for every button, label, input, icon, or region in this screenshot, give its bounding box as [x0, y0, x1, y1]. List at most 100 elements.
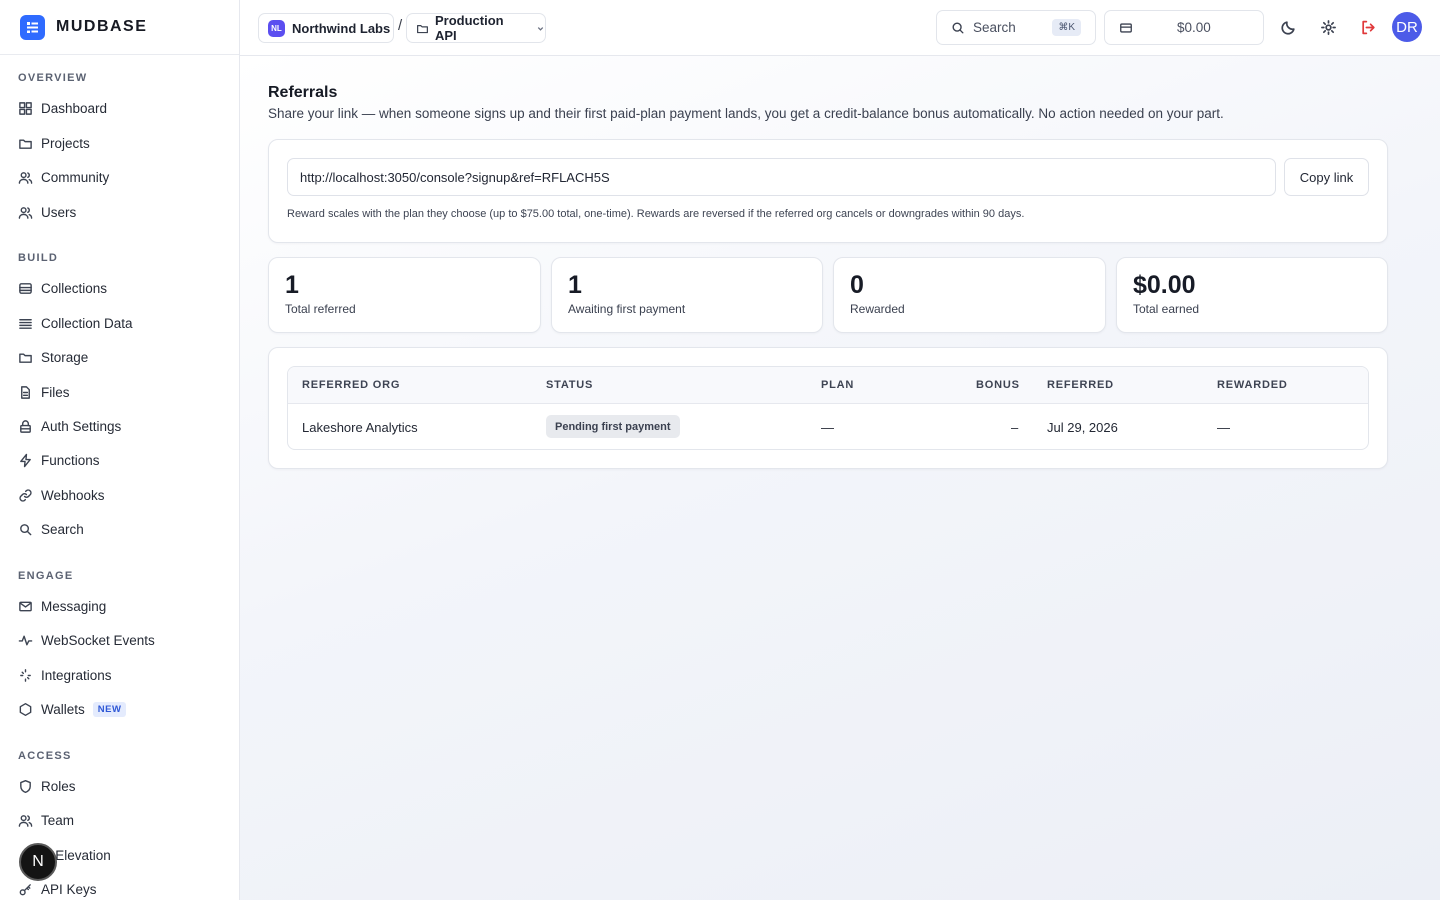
file-icon — [18, 385, 33, 400]
sidebar-item-messaging[interactable]: Messaging — [18, 594, 106, 618]
table-header: REFERRED ORG STATUS PLAN BONUS REFERRED … — [288, 367, 1368, 404]
folder-icon — [18, 136, 33, 151]
stat-value: 1 — [568, 271, 582, 299]
sidebar-item-label: Wallets — [41, 701, 85, 717]
cell-referred-org: Lakeshore Analytics — [302, 420, 418, 435]
cell-rewarded: — — [1217, 420, 1230, 435]
mail-icon — [18, 599, 33, 614]
sidebar-item-label: Roles — [41, 778, 76, 794]
dev-tools-button[interactable]: N — [19, 843, 57, 881]
sidebar-item-label: Users — [41, 204, 77, 220]
list-icon — [18, 316, 33, 331]
sidebar-item-wallets[interactable]: Wallets NEW — [18, 697, 127, 721]
org-name: Northwind Labs — [292, 20, 391, 36]
sidebar-item-label: Messaging — [41, 598, 107, 614]
search-shortcut: ⌘K — [1052, 19, 1081, 36]
stat-card-awaiting-payment: 1 Awaiting first payment — [551, 257, 823, 333]
reward-note: Reward scales with the plan they choose … — [287, 208, 1025, 220]
sidebar-item-label: API Keys — [41, 881, 97, 897]
sidebar: MUDBASE OVERVIEW Dashboard Projects Comm… — [0, 0, 240, 900]
main-content: Referrals Share your link — when someone… — [240, 56, 1440, 900]
referral-link-input[interactable]: http://localhost:3050/console?signup&ref… — [287, 158, 1276, 196]
sidebar-item-label: Files — [41, 384, 70, 400]
search-icon — [951, 21, 965, 35]
column-header-rewarded[interactable]: REWARDED — [1217, 379, 1288, 391]
stat-label: Rewarded — [850, 302, 905, 316]
sidebar-item-integrations[interactable]: Integrations — [18, 663, 112, 687]
gear-icon — [1320, 19, 1337, 36]
sidebar-item-label: Dashboard — [41, 100, 108, 116]
link-icon — [18, 488, 33, 503]
org-avatar: NL — [268, 19, 285, 37]
org-switcher[interactable]: NL Northwind Labs — [258, 13, 394, 43]
column-header-referred-org[interactable]: REFERRED ORG — [302, 379, 400, 391]
users-icon — [18, 813, 33, 828]
balance-amount: $0.00 — [1177, 20, 1211, 35]
theme-toggle-button[interactable] — [1278, 17, 1298, 37]
cell-referred-date: Jul 29, 2026 — [1047, 420, 1118, 435]
search-placeholder: Search — [973, 20, 1016, 35]
column-header-plan[interactable]: PLAN — [821, 379, 854, 391]
shield-icon — [18, 779, 33, 794]
referral-link-card: http://localhost:3050/console?signup&ref… — [268, 139, 1388, 243]
nav-section-overview: OVERVIEW — [18, 72, 88, 84]
bolt-icon — [18, 453, 33, 468]
logout-button[interactable] — [1358, 17, 1378, 37]
database-icon — [18, 281, 33, 296]
sidebar-item-websocket-events[interactable]: WebSocket Events — [18, 628, 155, 652]
folder-icon — [416, 22, 429, 35]
sidebar-item-label: Integrations — [41, 667, 112, 683]
search-input[interactable]: Search ⌘K — [936, 10, 1096, 45]
sidebar-item-projects[interactable]: Projects — [18, 131, 90, 155]
sparkle-icon — [18, 668, 33, 683]
stat-value: 0 — [850, 271, 864, 299]
brand[interactable]: MUDBASE — [0, 0, 239, 55]
page-subtitle: Share your link — when someone signs up … — [268, 106, 1224, 121]
sidebar-item-collections[interactable]: Collections — [18, 276, 107, 300]
project-switcher[interactable]: Production API — [406, 13, 546, 43]
new-badge: NEW — [92, 701, 127, 717]
stat-value: $0.00 — [1133, 271, 1196, 299]
sidebar-item-storage[interactable]: Storage — [18, 345, 88, 369]
breadcrumb-separator: / — [398, 17, 403, 34]
user-avatar[interactable]: DR — [1392, 12, 1422, 42]
stat-card-rewarded: 0 Rewarded — [833, 257, 1106, 333]
sidebar-item-auth-settings[interactable]: Auth Settings — [18, 414, 121, 438]
stat-label: Total referred — [285, 302, 356, 316]
brand-logo-icon — [20, 14, 45, 40]
sidebar-item-webhooks[interactable]: Webhooks — [18, 483, 105, 507]
users-icon — [18, 170, 33, 185]
sidebar-item-api-keys[interactable]: API Keys — [18, 877, 97, 900]
moon-icon — [1280, 19, 1297, 36]
sidebar-item-files[interactable]: Files — [18, 380, 70, 404]
sidebar-item-roles[interactable]: Roles — [18, 774, 76, 798]
sidebar-item-functions[interactable]: Functions — [18, 448, 100, 472]
sidebar-item-label: Collection Data — [41, 315, 133, 331]
sidebar-item-label: Search — [41, 521, 84, 537]
column-header-status[interactable]: STATUS — [546, 379, 593, 391]
grid-icon — [18, 101, 33, 116]
sidebar-item-label: Projects — [41, 135, 90, 151]
sidebar-item-community[interactable]: Community — [18, 165, 109, 189]
column-header-referred[interactable]: REFERRED — [1047, 379, 1114, 391]
credit-balance-button[interactable]: $0.00 — [1104, 10, 1264, 45]
stat-label: Awaiting first payment — [568, 302, 686, 316]
sidebar-item-search[interactable]: Search — [18, 517, 84, 541]
users-icon — [18, 205, 33, 220]
settings-button[interactable] — [1318, 17, 1338, 37]
column-header-bonus[interactable]: BONUS — [976, 379, 1020, 391]
page-title: Referrals — [268, 84, 338, 101]
sidebar-item-label: Team — [41, 812, 75, 828]
sidebar-item-collection-data[interactable]: Collection Data — [18, 311, 133, 335]
copy-link-button[interactable]: Copy link — [1284, 158, 1369, 196]
sidebar-item-team[interactable]: Team — [18, 808, 74, 832]
sidebar-item-users[interactable]: Users — [18, 200, 76, 224]
sidebar-item-label: Auth Settings — [41, 418, 122, 434]
sidebar-item-dashboard[interactable]: Dashboard — [18, 96, 107, 120]
status-badge: Pending first payment — [546, 415, 680, 438]
cell-plan: — — [821, 420, 834, 435]
brand-name: MUDBASE — [56, 18, 148, 35]
lock-icon — [18, 419, 33, 434]
stat-label: Total earned — [1133, 302, 1200, 316]
sidebar-item-label: Storage — [41, 349, 89, 365]
